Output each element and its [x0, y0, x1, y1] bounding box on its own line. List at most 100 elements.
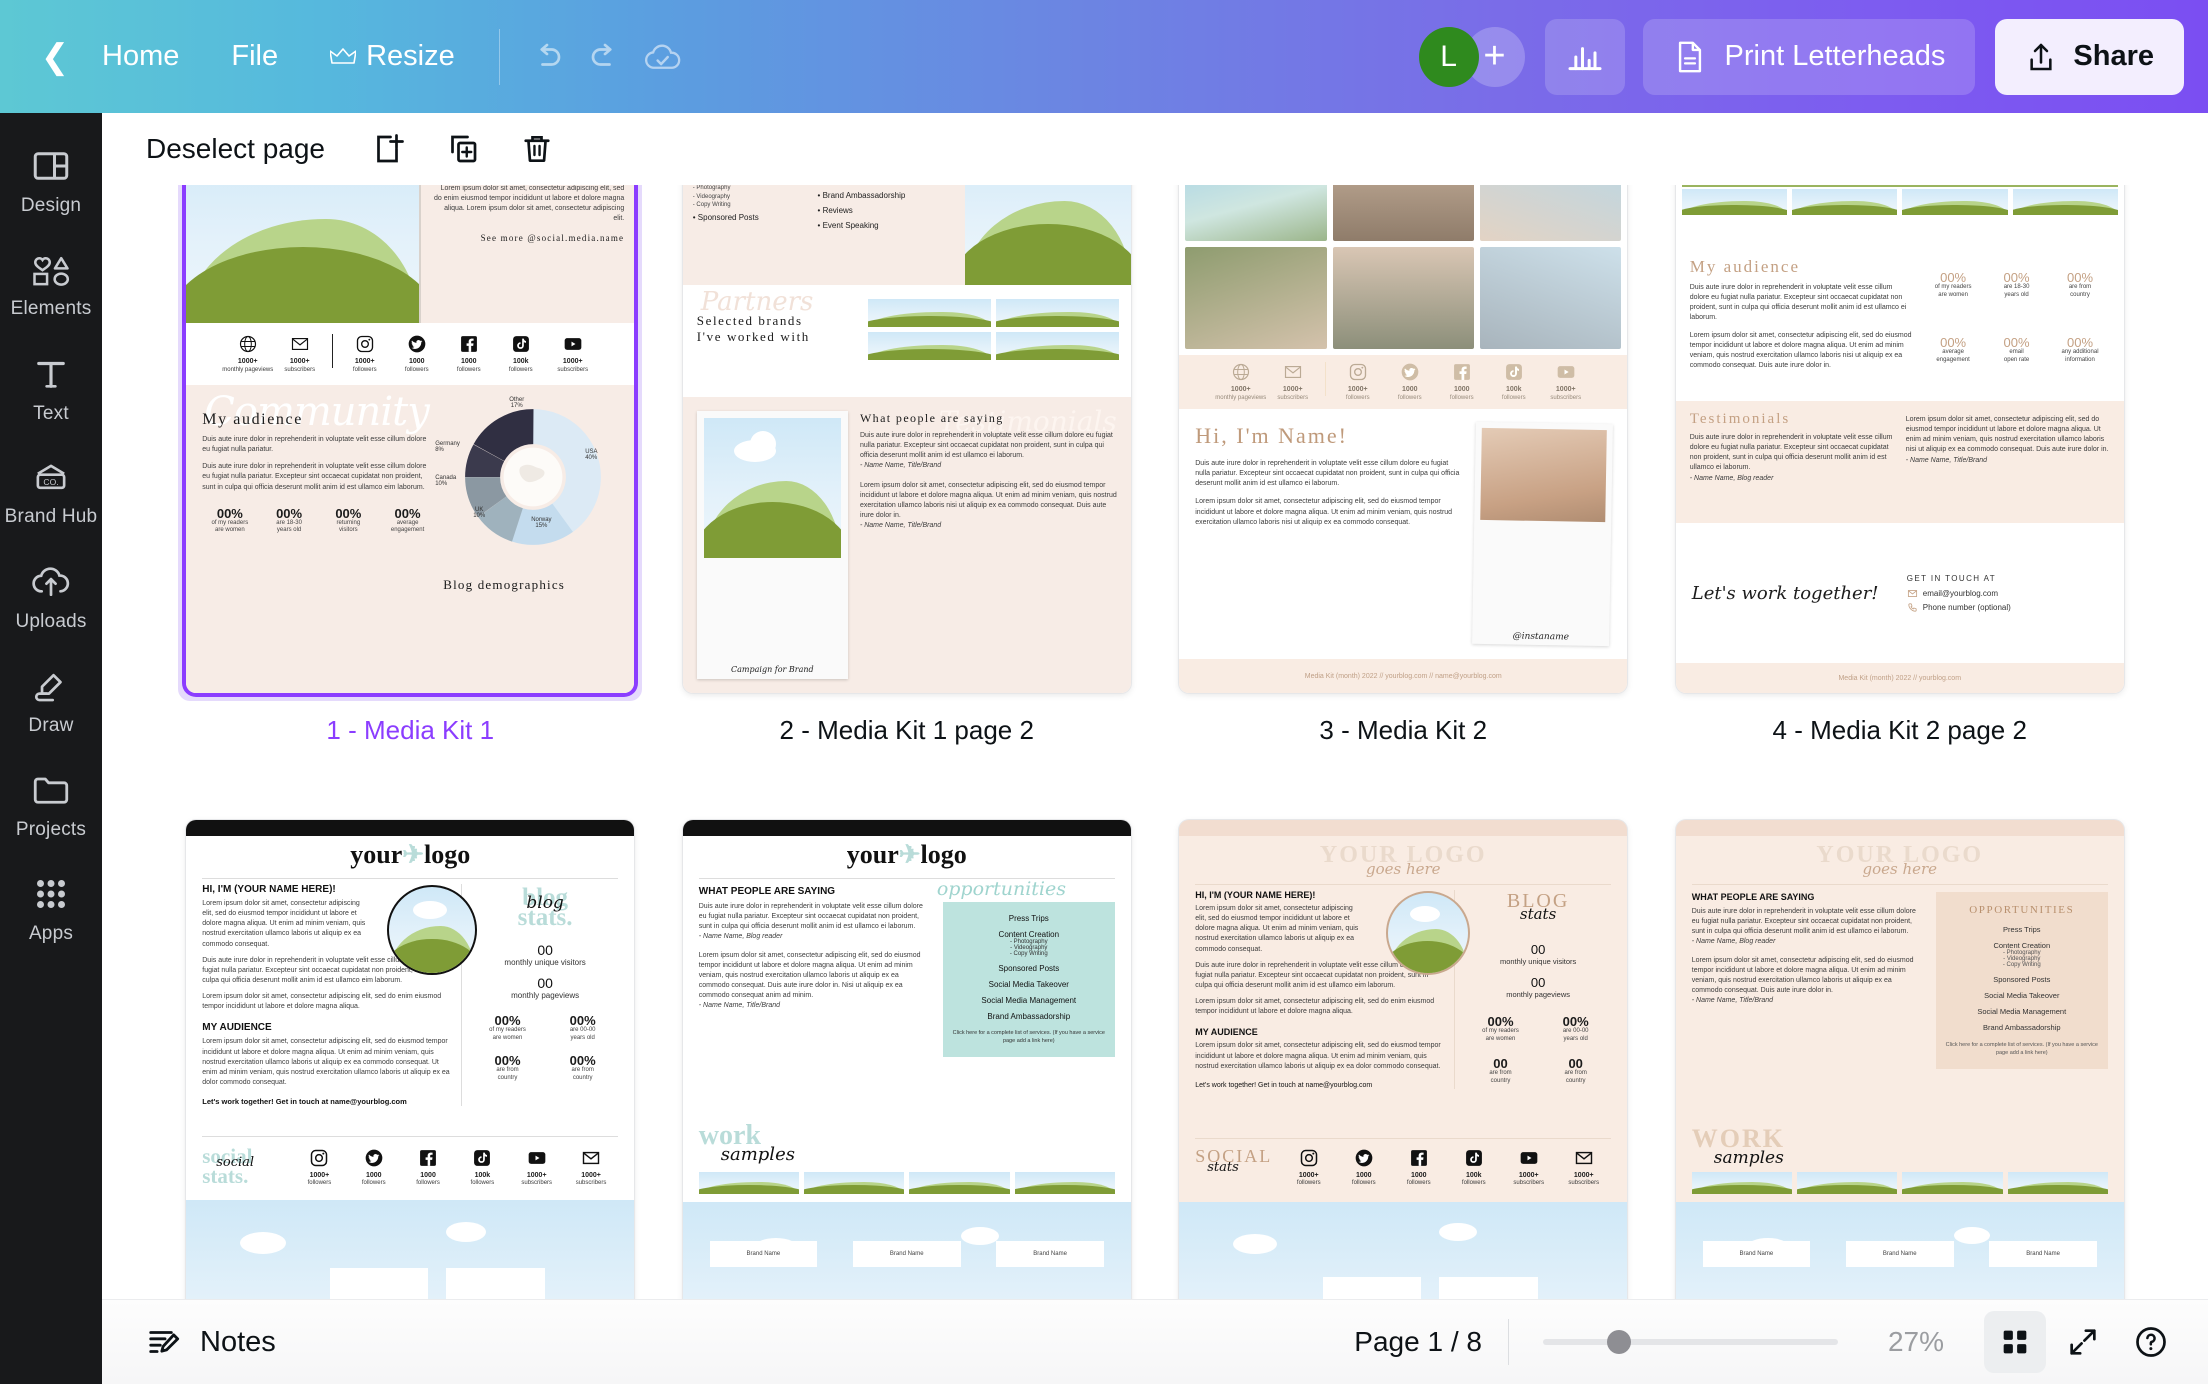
photo-tile — [1185, 185, 1327, 241]
page1-social-strip: 1000+ monthly pageviews 1000+ subscriber… — [186, 323, 635, 385]
photo-tile — [1479, 247, 1622, 349]
mail-icon — [1284, 366, 1301, 379]
page-thumb-wrap-6[interactable]: your✈logo WHAT PEOPLE ARE SAYING Duis au… — [675, 812, 1139, 1299]
sidebar-item-text[interactable]: Text — [0, 337, 102, 441]
page6-logo: your✈logo — [846, 840, 967, 869]
expand-icon — [2070, 1329, 2096, 1355]
fullscreen-button[interactable] — [2052, 1311, 2114, 1373]
add-page-icon[interactable] — [361, 121, 417, 177]
page2-polaroid: Campaign for Brand — [696, 411, 848, 679]
resize-menu[interactable]: Resize — [304, 30, 481, 83]
page4-stat: 00% any additional information — [2061, 335, 2099, 363]
page-caption-2[interactable]: 2 - Media Kit 1 page 2 — [780, 715, 1034, 746]
brand-chip: Brand Name — [709, 1241, 818, 1268]
page4-audience-p1: Duis aute irure dolor in reprehenderit i… — [1689, 284, 1907, 322]
page4-audience-title: My audience — [1689, 257, 1801, 276]
social-stat-youtube: 1000+ subscribers — [547, 334, 599, 374]
tiktok-icon — [1505, 364, 1522, 381]
page-thumbnail-6[interactable]: your✈logo WHAT PEOPLE ARE SAYING Duis au… — [682, 820, 1131, 1299]
share-button[interactable]: Share — [1995, 18, 2184, 95]
page8-title: WHAT PEOPLE ARE SAYING — [1691, 892, 1815, 902]
page-thumb-wrap-1[interactable]: Duis aute irure dolor in reprehenderit i… — [178, 185, 643, 701]
page-cell-2: pariatur. Excepteur sint occaecat cupida… — [659, 185, 1156, 756]
page-caption-1[interactable]: 1 - Media Kit 1 — [326, 715, 494, 746]
page-caption-3[interactable]: 3 - Media Kit 2 — [1319, 715, 1487, 746]
file-menu[interactable]: File — [205, 30, 304, 83]
page8-work-heading: WORK samples — [1692, 1124, 1785, 1168]
chart-label-other: Other 17% — [509, 397, 525, 409]
social-divider — [1324, 362, 1326, 397]
page-thumb-wrap-5[interactable]: your✈logo HI, I'M (YOUR NAME HERE)! Lore… — [178, 812, 642, 1299]
social-stat-twitter: 1000 followers — [1338, 1148, 1390, 1188]
zoom-slider-knob[interactable] — [1606, 1330, 1631, 1354]
polaroid-caption: Campaign for Brand — [731, 665, 814, 674]
home-label: Home — [102, 40, 180, 72]
undo-icon[interactable] — [518, 28, 576, 86]
work-sample — [1902, 189, 2008, 215]
home-menu[interactable]: Home — [76, 30, 205, 83]
page5-stat: 00% of my readers are women — [489, 1013, 526, 1041]
page-thumbnail-1[interactable]: Duis aute irure dolor in reprehenderit i… — [186, 185, 635, 693]
page3-greeting: Hi, I'm Name! — [1195, 423, 1349, 448]
page-thumbnail-3[interactable]: 1000+ monthly pageviews 1000+ subscribers … — [1179, 185, 1628, 693]
pages-canvas[interactable]: Duis aute irure dolor in reprehenderit i… — [102, 185, 2208, 1299]
partner-logo — [867, 332, 991, 360]
sidebar-item-design[interactable]: Design — [0, 129, 102, 233]
page-thumbnail-5[interactable]: your✈logo HI, I'M (YOUR NAME HERE)! Lore… — [186, 820, 635, 1299]
sidebar-item-projects[interactable]: Projects — [0, 753, 102, 857]
page6-t2: Lorem ipsum dolor sit amet, consectetur … — [698, 951, 921, 1000]
page2-testimonials: Campaign for Brand Testimonials What peo… — [682, 397, 1131, 693]
work-sample — [2012, 189, 2118, 215]
page-thumb-wrap-8[interactable]: YOUR LOGO goes here WHAT PEOPLE ARE SAYI… — [1668, 812, 2132, 1299]
grid-view-button[interactable] — [1984, 1311, 2046, 1373]
page-thumb-wrap-4[interactable]: work samples My audience Duis aute irure… — [1668, 185, 2132, 701]
page7-cta: Let's work together! Get in touch at nam… — [1195, 1081, 1373, 1089]
page-toolbar: Deselect page — [102, 113, 2208, 185]
redo-icon[interactable] — [576, 28, 634, 86]
deselect-page-button[interactable]: Deselect page — [128, 125, 343, 173]
zoom-slider[interactable] — [1542, 1330, 1838, 1354]
page-caption-4[interactable]: 4 - Media Kit 2 page 2 — [1773, 715, 2027, 746]
tiktok-icon — [1465, 1150, 1482, 1166]
page-thumb-wrap-2[interactable]: pariatur. Excepteur sint occaecat cupida… — [675, 185, 1139, 701]
resize-label: Resize — [366, 40, 455, 72]
page-thumb-wrap-3[interactable]: 1000+ monthly pageviews 1000+ subscribers … — [1171, 185, 1635, 701]
page4-get-in-touch: GET IN TOUCH AT — [1906, 573, 1997, 583]
sidebar-item-uploads[interactable]: Uploads — [0, 545, 102, 649]
notes-button[interactable]: Notes — [130, 1315, 292, 1369]
page-thumbnail-4[interactable]: work samples My audience Duis aute irure… — [1675, 185, 2124, 693]
print-letterheads-button[interactable]: Print Letterheads — [1642, 18, 1976, 95]
page7-v2l: monthly pageviews — [1506, 990, 1570, 999]
page-thumbnail-2[interactable]: pariatur. Excepteur sint occaecat cupida… — [682, 185, 1131, 693]
page8-opp-box: OPPORTUNITIES Press Trips Content Creati… — [1935, 892, 2108, 1070]
page2-testimonials-title: What people are saying — [859, 411, 1004, 425]
page-cell-4: work samples My audience Duis aute irure… — [1652, 185, 2149, 756]
sidebar-item-brand-hub[interactable]: CO. Brand Hub — [0, 441, 102, 545]
sidebar-item-apps[interactable]: Apps — [0, 857, 102, 961]
avatar[interactable]: L — [1418, 26, 1479, 87]
page3-body-2: Lorem ipsum dolor sit amet, consectetur … — [1195, 498, 1453, 526]
page5-stat: 00% are from country — [569, 1053, 596, 1081]
help-button[interactable] — [2120, 1311, 2182, 1373]
toolbar-divider-1 — [498, 28, 500, 85]
cloud-check-icon[interactable] — [634, 28, 692, 86]
page-thumbnail-7[interactable]: YOUR LOGO goes here HI, I'M (YOUR NAME H… — [1179, 820, 1628, 1299]
sidebar-item-draw[interactable]: Draw — [0, 649, 102, 753]
duplicate-page-icon[interactable] — [435, 121, 491, 177]
page-thumb-wrap-7[interactable]: YOUR LOGO goes here HI, I'M (YOUR NAME H… — [1171, 812, 1635, 1299]
bottom-bar-right: Page 1 / 8 27% — [1354, 1311, 2208, 1373]
zoom-value: 27% — [1887, 1326, 1944, 1357]
sidebar-label-brand-hub: Brand Hub — [4, 506, 98, 527]
page8-t2: Lorem ipsum dolor sit amet, consectetur … — [1691, 956, 1914, 994]
trash-icon[interactable] — [509, 121, 565, 177]
sidebar-item-elements[interactable]: Elements — [0, 233, 102, 337]
page-thumbnail-8[interactable]: YOUR LOGO goes here WHAT PEOPLE ARE SAYI… — [1675, 820, 2124, 1299]
back-chevron-icon[interactable]: ❮ — [34, 36, 76, 78]
page2-testimonial-2-by: - Name Name, Title/Brand — [859, 522, 942, 530]
insights-button[interactable] — [1544, 18, 1625, 95]
social-stat-instagram: 1000+ followers — [1283, 1148, 1335, 1188]
work-sample — [698, 1172, 799, 1194]
help-question-icon — [2136, 1327, 2166, 1357]
page5-social-strip: social social stats. 1000+ followers 1000… — [202, 1144, 618, 1188]
page5-stats-big: stats. — [202, 1164, 249, 1188]
